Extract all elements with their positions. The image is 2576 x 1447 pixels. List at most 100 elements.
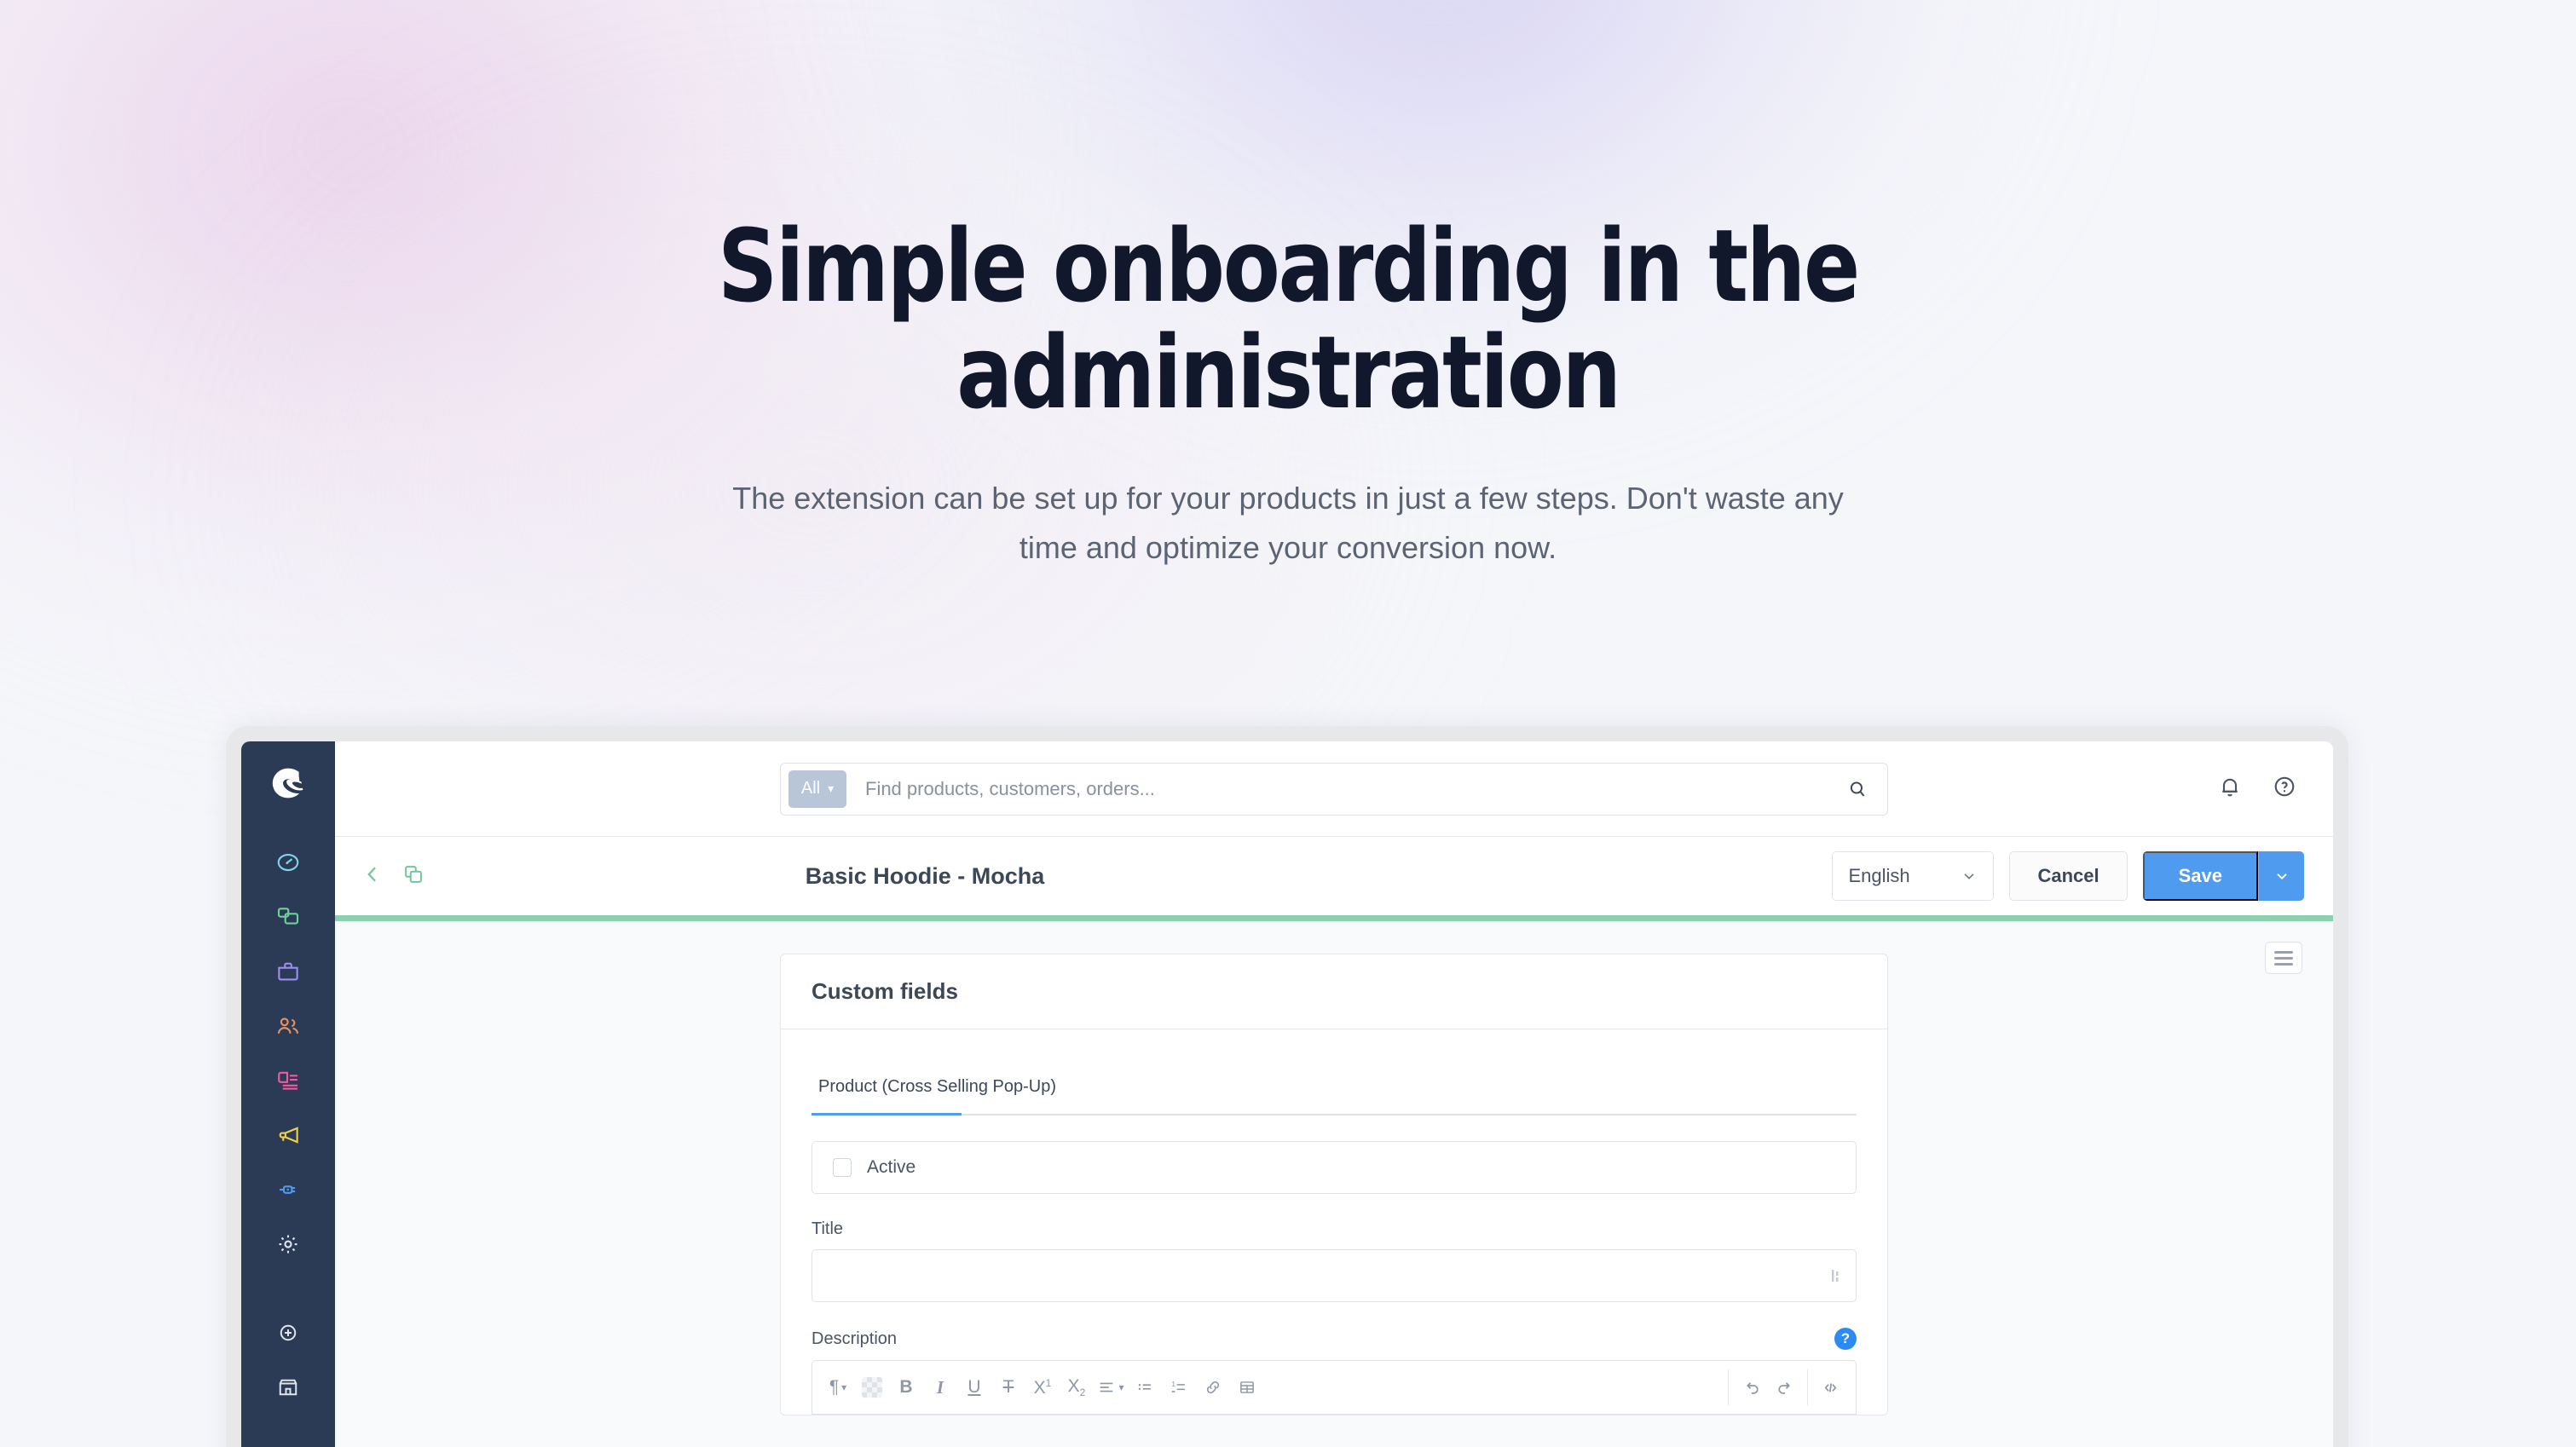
progress-bar — [335, 915, 2333, 921]
color-swatch-icon — [862, 1377, 882, 1398]
superscript-button[interactable]: X1 — [1025, 1369, 1060, 1406]
hamburger-icon-line — [2274, 962, 2293, 966]
align-icon — [1100, 1382, 1113, 1392]
sidebar-item-store[interactable] — [241, 1360, 335, 1415]
paragraph-format-button[interactable]: ¶ ▾ — [821, 1369, 855, 1406]
editor-history-group — [1723, 1369, 1847, 1406]
redo-icon — [1777, 1381, 1790, 1394]
insert-link-button[interactable] — [1196, 1369, 1230, 1406]
custom-fields-card: Custom fields Product (Cross Selling Pop… — [780, 954, 1888, 1415]
sidebar-item-content[interactable] — [241, 1053, 335, 1108]
search-scope-selector[interactable]: All ▾ — [788, 770, 846, 808]
briefcase-icon — [278, 962, 298, 981]
description-field: Description ? ¶ ▾ B I U T X1 X2 ▾ 1 — [811, 1328, 1857, 1415]
title-input[interactable] — [811, 1249, 1857, 1302]
topbar-actions — [2217, 741, 2297, 836]
active-field: Active — [811, 1141, 1857, 1194]
smartbar-left-actions — [361, 862, 425, 891]
active-checkbox-label: Active — [867, 1157, 916, 1177]
save-options-button[interactable] — [2258, 851, 2304, 901]
card-title: Custom fields — [781, 954, 1887, 1029]
back-button[interactable] — [361, 862, 384, 891]
sidebar-item-settings[interactable] — [241, 1217, 335, 1271]
hamburger-icon-line — [2274, 956, 2293, 960]
question-circle-icon — [2274, 776, 2295, 797]
underline-button[interactable]: U — [957, 1369, 991, 1406]
editor-format-group: ¶ ▾ B I U T X1 X2 ▾ 1 — [821, 1369, 1264, 1406]
italic-button[interactable]: I — [923, 1369, 957, 1406]
bullet-list-button[interactable] — [1128, 1369, 1162, 1406]
language-select[interactable]: English — [1832, 851, 1995, 901]
help-button[interactable] — [2272, 774, 2297, 804]
sidebar-item-extensions[interactable] — [241, 1162, 335, 1217]
plus-circle-icon — [280, 1324, 297, 1341]
sidebar-item-orders[interactable] — [241, 944, 335, 999]
admin-smartbar: Basic Hoodie - Mocha English Cancel Save — [335, 837, 2333, 915]
description-help-badge[interactable]: ? — [1834, 1328, 1857, 1350]
active-checkbox-row[interactable]: Active — [811, 1141, 1857, 1194]
copy-squares-icon — [277, 908, 299, 925]
title-label: Title — [811, 1219, 844, 1238]
tab-product-cross-selling-popup[interactable]: Product (Cross Selling Pop-Up) — [811, 1058, 1063, 1114]
svg-text:1: 1 — [1171, 1381, 1175, 1388]
bell-icon — [2222, 778, 2238, 797]
sidebar-footer-nav — [241, 1306, 335, 1415]
people-icon — [277, 1018, 299, 1034]
sidebar-item-customers[interactable] — [241, 999, 335, 1053]
notifications-button[interactable] — [2217, 774, 2243, 804]
description-label: Description — [811, 1329, 898, 1348]
admin-sidebar — [241, 741, 335, 1447]
storefront-icon — [279, 1379, 297, 1396]
save-button[interactable]: Save — [2142, 851, 2258, 901]
admin-content: Custom fields Product (Cross Selling Pop… — [335, 921, 2333, 1447]
sidebar-item-add[interactable] — [241, 1306, 335, 1360]
description-label-row: Description ? — [811, 1328, 1857, 1350]
text-color-picker-button[interactable] — [855, 1369, 889, 1406]
insert-table-button[interactable] — [1230, 1369, 1264, 1406]
strikethrough-button[interactable]: T — [991, 1369, 1025, 1406]
chevron-down-icon — [2276, 873, 2287, 879]
toolbar-separator — [1807, 1369, 1808, 1405]
hero-heading: Simple onboarding in the administration — [717, 207, 1860, 432]
sidebar-item-dashboard[interactable] — [241, 835, 335, 890]
subscript-button[interactable]: X2 — [1060, 1369, 1094, 1406]
shopware-logo-icon[interactable] — [263, 757, 314, 808]
sidebar-toggle-button[interactable] — [2265, 942, 2302, 974]
code-icon — [1824, 1382, 1836, 1392]
duplicate-icon — [405, 865, 422, 883]
gear-icon — [279, 1235, 297, 1254]
sidebar-nav — [241, 835, 335, 1271]
table-icon — [1240, 1381, 1254, 1393]
smartbar-actions: English Cancel Save — [1832, 851, 2304, 901]
sidebar-item-marketing[interactable] — [241, 1108, 335, 1162]
custom-field-tabs: Product (Cross Selling Pop-Up) — [811, 1058, 1857, 1116]
card-body: Product (Cross Selling Pop-Up) Active Ti… — [781, 1029, 1887, 1415]
bold-button[interactable]: B — [889, 1369, 923, 1406]
megaphone-icon — [279, 1127, 298, 1144]
hamburger-icon-line — [2274, 950, 2293, 954]
text-align-button[interactable]: ▾ — [1094, 1369, 1128, 1406]
save-button-group: Save — [2142, 851, 2304, 901]
redo-button[interactable] — [1768, 1369, 1802, 1406]
hero-subheading: The extension can be set up for your pro… — [732, 481, 1844, 566]
description-editor-toolbar: ¶ ▾ B I U T X1 X2 ▾ 1 — [811, 1360, 1857, 1415]
cancel-button[interactable]: Cancel — [2009, 851, 2128, 901]
ordered-list-icon: 1 — [1171, 1381, 1185, 1392]
title-field: Title — [811, 1219, 1857, 1302]
active-checkbox[interactable] — [833, 1158, 852, 1177]
ordered-list-button[interactable]: 1 — [1162, 1369, 1196, 1406]
language-select-value: English — [1848, 865, 1910, 886]
source-code-button[interactable] — [1813, 1369, 1847, 1406]
sidebar-item-catalogues[interactable] — [241, 890, 335, 944]
device-frame: All ▾ Find products, customers, orders..… — [226, 726, 2348, 1447]
resize-handle-icon[interactable] — [1830, 1268, 1842, 1283]
toolbar-separator — [1728, 1369, 1729, 1405]
link-icon — [1206, 1381, 1220, 1394]
admin-main: All ▾ Find products, customers, orders..… — [335, 741, 2333, 1447]
global-search[interactable]: All ▾ Find products, customers, orders..… — [780, 762, 1888, 816]
duplicate-button[interactable] — [401, 862, 425, 891]
content-lines-icon — [278, 1071, 297, 1090]
undo-button[interactable] — [1734, 1369, 1768, 1406]
search-submit-button[interactable] — [1836, 778, 1879, 800]
search-input[interactable]: Find products, customers, orders... — [846, 778, 1836, 800]
